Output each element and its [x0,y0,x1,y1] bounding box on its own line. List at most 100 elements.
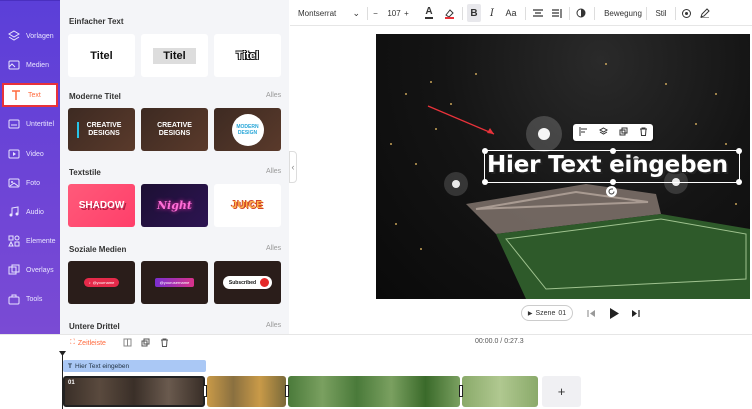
template-card-shadow[interactable]: SHADOW [68,184,135,227]
sidebar-item-audio[interactable]: Audio [2,200,58,224]
section-title-social-media: Soziale Medien [69,245,127,254]
text-icon [9,88,23,102]
resize-handle[interactable] [610,179,616,185]
bold-icon[interactable]: B [467,4,481,22]
resize-handle[interactable] [482,179,488,185]
sidebar-item-photo[interactable]: Foto [2,171,58,195]
text-case-icon[interactable]: Aa [503,0,519,26]
font-size-increase-button[interactable]: + [401,0,412,26]
template-card-title-outline[interactable]: Titel [214,34,281,77]
sidebar-item-text[interactable]: Text [2,83,58,107]
collapse-panel-button[interactable]: ‹ [289,151,297,183]
split-icon[interactable] [123,338,132,349]
text-toolbar: Montserrat ⌄ − 107 + A B I Aa Bewegung S… [290,0,752,26]
template-card-creative-designs-2[interactable]: CREATIVE DESIGNS [141,108,208,151]
sidebar-item-overlays[interactable]: Overlays [2,258,58,282]
delete-icon[interactable] [639,127,648,138]
italic-icon[interactable]: I [485,0,499,26]
style-button[interactable]: Stil [650,0,672,26]
section-title-lower-thirds: Untere Drittel [69,322,120,331]
delete-clip-icon[interactable] [160,338,169,349]
layers-icon[interactable] [598,127,608,138]
video-icon [7,147,21,161]
template-card-creative-designs-1[interactable]: CREATIVE DESIGNS [68,108,135,151]
duplicate-icon[interactable] [619,127,628,138]
resize-handle[interactable] [736,179,742,185]
sidebar-item-label: Text [28,91,41,99]
sidebar-item-label: Video [26,150,44,158]
timeline-toggle-button[interactable]: ⛶ Zeitleiste [70,337,106,349]
play-button[interactable] [606,305,622,321]
highlight-color-icon[interactable] [442,0,456,26]
align-center-icon[interactable] [531,0,545,26]
overlays-icon [7,263,21,277]
transition-marker[interactable] [285,385,289,397]
skip-forward-button[interactable] [628,306,642,320]
resize-handle[interactable] [482,148,488,154]
see-all-text-styles[interactable]: Alles [266,168,281,175]
text-color-icon[interactable]: A [422,0,436,26]
skip-back-button[interactable] [584,306,598,320]
canvas-text[interactable]: Hier Text eingeben [487,152,728,178]
template-card-tiktok[interactable]: ♪ @yourname [68,261,135,304]
video-clip-2[interactable] [207,376,286,407]
sidebar-item-media[interactable]: Medien [2,53,58,77]
section-title-modern-titles: Moderne Titel [69,92,121,101]
sidebar-item-label: Vorlagen [26,32,54,40]
sidebar-item-label: Overlays [26,266,54,274]
template-card-subscribe[interactable]: Subscribed [214,261,281,304]
tiktok-icon: ♪ [88,280,91,285]
spacing-icon[interactable] [550,0,564,26]
rotate-handle-icon[interactable] [606,186,617,197]
see-all-modern-titles[interactable]: Alles [266,92,281,99]
playhead-marker[interactable] [59,351,66,356]
timeline[interactable]: T Hier Text eingeben 01 + [0,351,752,409]
sidebar-item-video[interactable]: Video [2,142,58,166]
section-title-simple-text: Einfacher Text [69,17,124,26]
sidebar-item-elements[interactable]: Elemente [2,229,58,253]
duplicate-clip-icon[interactable] [141,338,150,349]
templates-icon [7,29,21,43]
video-preview-canvas[interactable]: Hier Text eingeben [376,34,750,299]
text-icon: T [68,362,72,370]
photo-icon [7,176,21,190]
resize-handle[interactable] [736,148,742,154]
subtitles-icon [7,117,21,131]
text-element-selection[interactable]: Hier Text eingeben [482,148,742,185]
opacity-icon[interactable] [574,0,588,26]
timeline-toolbar: ⛶ Zeitleiste 00:00.0 / 0:27.3 [0,334,752,351]
timeline-icon: ⛶ [70,339,75,346]
template-card-modern-design[interactable]: MODERN DESIGN [214,108,281,151]
sidebar-item-label: Foto [26,179,41,187]
template-card-title-plain[interactable]: Titel [68,34,135,77]
see-all-social-media[interactable]: Alles [266,245,281,252]
sidebar-item-tools[interactable]: Tools [2,287,58,311]
sidebar-item-label: Audio [26,208,44,216]
align-icon[interactable] [579,127,588,138]
audio-icon [7,205,21,219]
see-all-lower-thirds[interactable]: Alles [266,322,281,329]
template-card-juice[interactable]: JUICE [214,184,281,227]
template-card-night[interactable]: Night [141,184,208,227]
sidebar-item-subtitles[interactable]: Untertitel [2,112,58,136]
sidebar-item-templates[interactable]: Vorlagen [2,24,58,48]
video-clip-4[interactable] [462,376,538,407]
scene-button[interactable]: ▶ Szene 01 [521,305,573,321]
video-clip-3[interactable] [288,376,460,407]
font-family-select[interactable]: Montserrat ⌄ [298,0,360,26]
section-title-text-styles: Textstile [69,168,101,177]
effects-icon[interactable] [679,0,693,26]
video-clip-1[interactable]: 01 [63,376,205,407]
edit-pen-icon[interactable] [698,0,712,26]
add-clip-button[interactable]: + [542,376,581,407]
text-track-clip[interactable]: T Hier Text eingeben [63,360,206,372]
font-size-decrease-button[interactable]: − [370,0,381,26]
transition-marker[interactable] [203,385,207,397]
transition-marker[interactable] [459,385,463,397]
sidebar-item-label: Untertitel [26,120,55,128]
template-card-title-box[interactable]: Titel [141,34,208,77]
resize-handle[interactable] [610,148,616,154]
motion-button[interactable]: Bewegung [603,0,643,26]
time-readout: 00:00.0 / 0:27.3 [475,338,524,345]
template-card-instagram[interactable]: @yourusername [141,261,208,304]
